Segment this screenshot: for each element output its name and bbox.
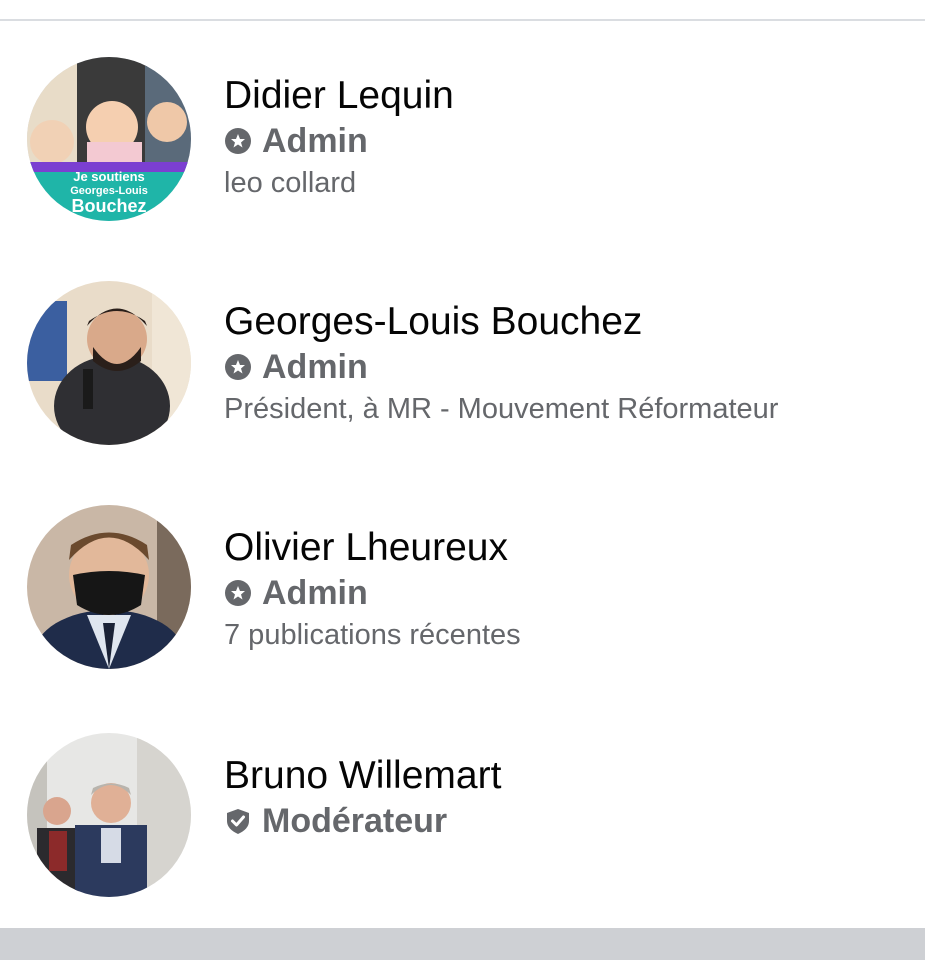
admin-badge-icon [225, 354, 251, 380]
member-subtitle: leo collard [224, 167, 357, 199]
member-role: Admin [224, 345, 778, 389]
admin-badge-icon [225, 580, 251, 606]
member-info: Olivier Lheureux Admin 7 publications ré… [224, 525, 521, 655]
member-name[interactable]: Bruno Willemart [224, 753, 501, 799]
member-role: Admin [224, 119, 454, 163]
avatar[interactable]: Je soutiens Georges-Louis Bouchez [27, 57, 191, 221]
member-subtitle: 7 publications récentes [224, 619, 521, 651]
bottom-separator-bar [0, 928, 925, 960]
member-row-bruno-willemart[interactable]: Bruno Willemart Modérateur [0, 701, 925, 901]
member-row-georges-louis-bouchez[interactable]: Georges-Louis Bouchez Admin Président, à… [0, 247, 925, 447]
member-row-didier-lequin[interactable]: Je soutiens Georges-Louis Bouchez Didier… [0, 21, 925, 221]
member-role: Modérateur [224, 799, 501, 843]
member-row-olivier-lheureux[interactable]: Olivier Lheureux Admin 7 publications ré… [0, 473, 925, 673]
member-info: Georges-Louis Bouchez Admin Président, à… [224, 299, 778, 429]
avatar-badge-text-3: Bouchez [71, 196, 146, 216]
avatar[interactable] [27, 505, 191, 669]
member-name[interactable]: Olivier Lheureux [224, 525, 521, 571]
role-label: Modérateur [262, 801, 448, 840]
avatar[interactable] [27, 281, 191, 445]
role-label: Admin [262, 121, 368, 160]
admin-badge-icon [225, 128, 251, 154]
member-name[interactable]: Didier Lequin [224, 73, 454, 119]
member-subtitle: Président, à MR - Mouvement Réformateur [224, 393, 779, 425]
role-label: Admin [262, 573, 368, 612]
member-name[interactable]: Georges-Louis Bouchez [224, 299, 778, 345]
member-info: Didier Lequin Admin leo collard [224, 73, 454, 203]
member-role: Admin [224, 571, 521, 615]
moderator-badge-icon [227, 809, 249, 834]
group-admins-page: Je soutiens Georges-Louis Bouchez Didier… [0, 0, 925, 960]
avatar-badge-text-1: Je soutiens [73, 169, 145, 184]
avatar[interactable] [27, 733, 191, 897]
role-label: Admin [262, 347, 368, 386]
member-info: Bruno Willemart Modérateur [224, 753, 501, 843]
